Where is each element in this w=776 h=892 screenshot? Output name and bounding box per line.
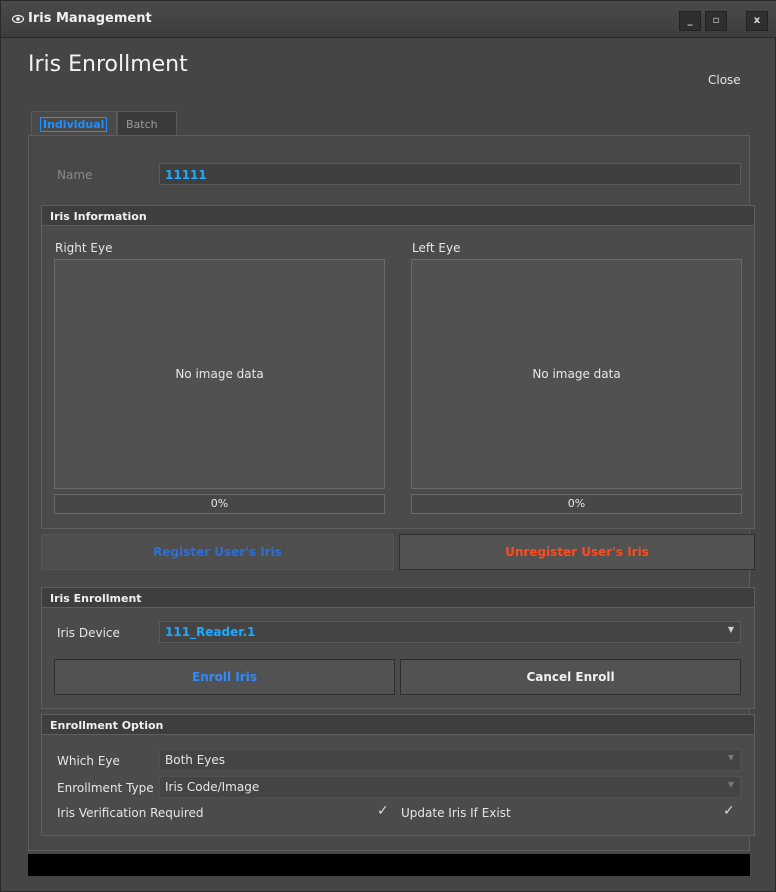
left-eye-label: Left Eye (412, 241, 461, 255)
left-eye-image: No image data (411, 259, 742, 489)
iris-device-label: Iris Device (57, 626, 120, 640)
iris-device-select[interactable]: 111_Reader.1 ▼ (159, 621, 741, 643)
title-bar[interactable]: Iris Management _ ▫ x (1, 1, 776, 38)
chevron-down-icon: ▼ (727, 780, 734, 789)
status-bar (28, 854, 750, 876)
tab-individual[interactable]: Individual (31, 111, 117, 136)
iris-verification-checkbox[interactable]: ✓ (377, 803, 389, 819)
iris-verification-label: Iris Verification Required (57, 806, 204, 820)
tab-individual-label: Individual (40, 117, 108, 132)
which-eye-value: Both Eyes (165, 753, 226, 767)
iris-information-heading: Iris Information (42, 206, 754, 226)
right-eye-label: Right Eye (55, 241, 113, 255)
name-label: Name (57, 168, 93, 182)
left-eye-no-image-text: No image data (532, 367, 621, 381)
window-title: Iris Management (28, 11, 152, 26)
checkmark-icon: ✓ (377, 803, 389, 819)
eye-icon (12, 14, 24, 24)
unregister-users-iris-button[interactable]: Unregister User's Iris (399, 534, 755, 570)
right-eye-progress: 0% (54, 494, 385, 514)
update-iris-checkbox[interactable]: ✓ (723, 803, 735, 819)
chevron-down-icon: ▼ (727, 625, 734, 634)
which-eye-label: Which Eye (57, 754, 120, 768)
page-title: Iris Enrollment (28, 52, 188, 77)
register-users-iris-button[interactable]: Register User's Iris (41, 534, 394, 570)
tab-batch[interactable]: Batch (117, 111, 177, 135)
iris-device-value: 111_Reader.1 (165, 625, 256, 639)
maximize-button[interactable]: ▫ (705, 11, 727, 31)
cancel-enroll-button[interactable]: Cancel Enroll (400, 659, 741, 695)
left-eye-progress: 0% (411, 494, 742, 514)
right-eye-no-image-text: No image data (175, 367, 264, 381)
update-iris-label: Update Iris If Exist (401, 806, 511, 820)
checkmark-icon: ✓ (723, 803, 735, 819)
iris-enrollment-heading: Iris Enrollment (42, 588, 754, 608)
right-eye-image: No image data (54, 259, 385, 489)
close-link[interactable]: Close (708, 73, 741, 87)
close-window-button[interactable]: x (746, 11, 768, 31)
enrollment-type-value: Iris Code/Image (165, 780, 260, 794)
tab-batch-label: Batch (126, 118, 158, 131)
name-field[interactable]: 11111 (159, 163, 741, 185)
which-eye-select[interactable]: Both Eyes ▼ (159, 749, 741, 771)
iris-management-window: Iris Management _ ▫ x Iris Enrollment Cl… (0, 0, 776, 892)
minimize-button[interactable]: _ (679, 11, 701, 31)
enroll-iris-button[interactable]: Enroll Iris (54, 659, 395, 695)
enrollment-type-label: Enrollment Type (57, 781, 154, 795)
enrollment-type-select[interactable]: Iris Code/Image ▼ (159, 776, 741, 798)
enrollment-option-heading: Enrollment Option (42, 715, 754, 735)
chevron-down-icon: ▼ (727, 753, 734, 762)
